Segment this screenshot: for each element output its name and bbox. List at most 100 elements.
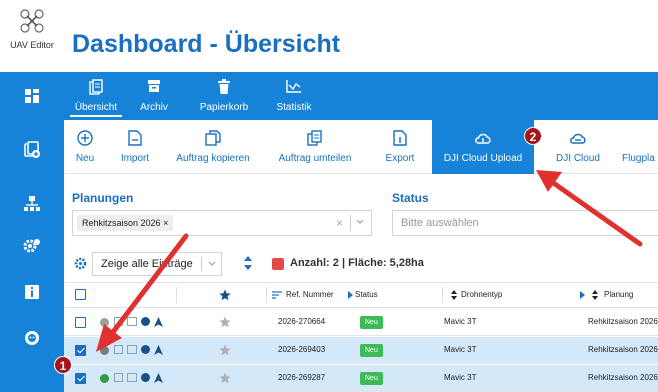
star-icon[interactable] bbox=[219, 372, 231, 384]
export-button[interactable]: Export bbox=[380, 120, 420, 174]
new-button-label: Neu bbox=[75, 153, 95, 164]
sidebar-item-new-order[interactable] bbox=[0, 128, 64, 172]
star-icon[interactable] bbox=[219, 344, 231, 356]
app-logo[interactable]: UAV Editor bbox=[0, 0, 64, 72]
row-checkbox[interactable] bbox=[75, 373, 86, 384]
chevron-down-icon[interactable] bbox=[207, 259, 217, 269]
info-circle-icon[interactable] bbox=[141, 317, 150, 326]
flight-plan-label: Flugpla bbox=[622, 153, 655, 164]
import-button[interactable]: Import bbox=[114, 120, 156, 174]
trash-icon bbox=[218, 79, 230, 94]
reassign-order-button[interactable]: Auftrag umteilen bbox=[276, 120, 354, 174]
cell-planning: Rehkitzsaison 2026 bbox=[588, 317, 658, 326]
table-header: Ref. Nummer Status Drohnentyp Planung bbox=[64, 282, 658, 308]
status-dot bbox=[100, 346, 109, 355]
sidebar-item-support[interactable] bbox=[0, 316, 64, 360]
tab-overview-label: Übersicht bbox=[70, 102, 122, 117]
header-planning[interactable]: Planung bbox=[604, 283, 633, 307]
tab-trash[interactable]: Papierkorb bbox=[194, 72, 254, 120]
planungen-chip[interactable]: Rehkitzsaison 2026 × bbox=[77, 215, 174, 231]
cell-drone: Mavic 3T bbox=[444, 373, 477, 382]
header-status[interactable]: Status bbox=[355, 283, 378, 307]
gear-icon[interactable] bbox=[74, 257, 87, 270]
tab-trash-label: Papierkorb bbox=[199, 102, 249, 113]
info-circle-icon[interactable] bbox=[141, 373, 150, 382]
entries-select-text: Zeige alle Einträge bbox=[101, 258, 193, 270]
new-button[interactable]: Neu bbox=[70, 120, 100, 174]
sort-lines-icon[interactable] bbox=[272, 291, 282, 299]
dji-cloud-upload-label: DJI Cloud Upload bbox=[443, 153, 523, 164]
row-checkbox[interactable] bbox=[75, 345, 86, 356]
sidebar-item-organisation[interactable] bbox=[0, 182, 64, 226]
qr-icon[interactable] bbox=[114, 317, 123, 326]
tab-archive[interactable]: Archiv bbox=[132, 72, 176, 120]
add-circle-icon bbox=[77, 130, 93, 146]
reassign-order-label: Auftrag umteilen bbox=[278, 153, 352, 164]
navigate-icon[interactable] bbox=[154, 317, 163, 327]
star-icon[interactable] bbox=[219, 289, 231, 301]
flight-plan-button[interactable]: Flugpla bbox=[622, 120, 658, 174]
qr-icon[interactable] bbox=[114, 345, 123, 354]
sort-icon[interactable] bbox=[244, 256, 252, 270]
network-icon bbox=[24, 196, 40, 211]
count-checkbox[interactable] bbox=[272, 258, 284, 270]
navigate-icon[interactable] bbox=[154, 373, 163, 383]
navigate-icon[interactable] bbox=[154, 345, 163, 355]
callout-badge-two: 2 bbox=[524, 127, 542, 145]
cell-ref: 2026-269403 bbox=[278, 345, 326, 354]
clear-icon[interactable]: × bbox=[336, 216, 343, 230]
import-button-label: Import bbox=[120, 153, 150, 164]
status-select[interactable]: Bitte auswählen bbox=[392, 210, 658, 236]
sidebar-item-dashboard[interactable] bbox=[0, 74, 64, 118]
cell-ref: 2026-270664 bbox=[278, 317, 326, 326]
dashboard-icon bbox=[25, 89, 39, 103]
table-row[interactable]: 2026-270664 Neu Mavic 3T Rehkitzsaison 2… bbox=[64, 309, 658, 336]
export-button-label: Export bbox=[385, 153, 415, 164]
dji-cloud-button[interactable]: DJI Cloud bbox=[548, 120, 608, 174]
tab-statistics[interactable]: Statistik bbox=[270, 72, 318, 120]
star-icon[interactable] bbox=[219, 316, 231, 328]
cell-planning: Rehkitzsaison 2026 bbox=[588, 373, 658, 382]
planungen-select[interactable]: Rehkitzsaison 2026 × × bbox=[72, 210, 372, 236]
status-badge: Neu bbox=[360, 372, 383, 385]
callout-badge-one: 1 bbox=[54, 356, 72, 374]
chart-icon bbox=[286, 80, 301, 93]
entries-select[interactable]: Zeige alle Einträge bbox=[92, 252, 222, 276]
select-all-checkbox[interactable] bbox=[75, 289, 86, 300]
chip-remove-icon[interactable]: × bbox=[163, 218, 168, 228]
sidebar: UAV Editor bbox=[0, 0, 64, 392]
info-circle-icon[interactable] bbox=[141, 345, 150, 354]
dji-cloud-upload-button[interactable]: DJI Cloud Upload bbox=[432, 120, 534, 174]
caret-right-icon bbox=[348, 291, 353, 299]
map-icon[interactable] bbox=[127, 345, 137, 354]
header-drone-type[interactable]: Drohnentyp bbox=[461, 283, 502, 307]
sidebar-item-info[interactable] bbox=[0, 270, 64, 314]
table-row[interactable]: 2026-269403 Neu Mavic 3T Rehkitzsaison 2… bbox=[64, 337, 658, 364]
row-checkbox[interactable] bbox=[75, 317, 86, 328]
status-placeholder: Bitte auswählen bbox=[401, 217, 479, 229]
map-icon[interactable] bbox=[127, 317, 137, 326]
column-separator bbox=[176, 287, 177, 303]
column-separator bbox=[266, 287, 267, 303]
logo-text: UAV Editor bbox=[10, 40, 54, 50]
table-controls: Zeige alle Einträge Anzahl: 2 | Fläche: … bbox=[64, 250, 658, 278]
status-label: Status bbox=[392, 191, 429, 205]
qr-icon[interactable] bbox=[114, 373, 123, 382]
copy-order-button[interactable]: Auftrag kopieren bbox=[170, 120, 256, 174]
count-summary: Anzahl: 2 | Fläche: 5,28ha bbox=[290, 257, 424, 269]
tab-overview[interactable]: Übersicht bbox=[70, 72, 122, 120]
chevron-down-icon[interactable] bbox=[355, 217, 365, 227]
sidebar-item-settings[interactable] bbox=[0, 224, 64, 268]
reassign-icon bbox=[307, 130, 322, 146]
sort-icon[interactable] bbox=[451, 290, 457, 300]
cell-drone: Mavic 3T bbox=[444, 317, 477, 326]
map-icon[interactable] bbox=[127, 373, 137, 382]
table-row[interactable]: 2026-269287 Neu Mavic 3T Rehkitzsaison 2… bbox=[64, 365, 658, 392]
export-icon bbox=[393, 130, 407, 146]
header-ref-number[interactable]: Ref. Nummer bbox=[286, 283, 334, 307]
sort-icon[interactable] bbox=[592, 290, 598, 300]
support-icon bbox=[25, 331, 39, 345]
cell-ref: 2026-269287 bbox=[278, 373, 326, 382]
dji-cloud-label: DJI Cloud bbox=[556, 153, 600, 164]
planungen-chip-text: Rehkitzsaison 2026 bbox=[82, 218, 161, 228]
